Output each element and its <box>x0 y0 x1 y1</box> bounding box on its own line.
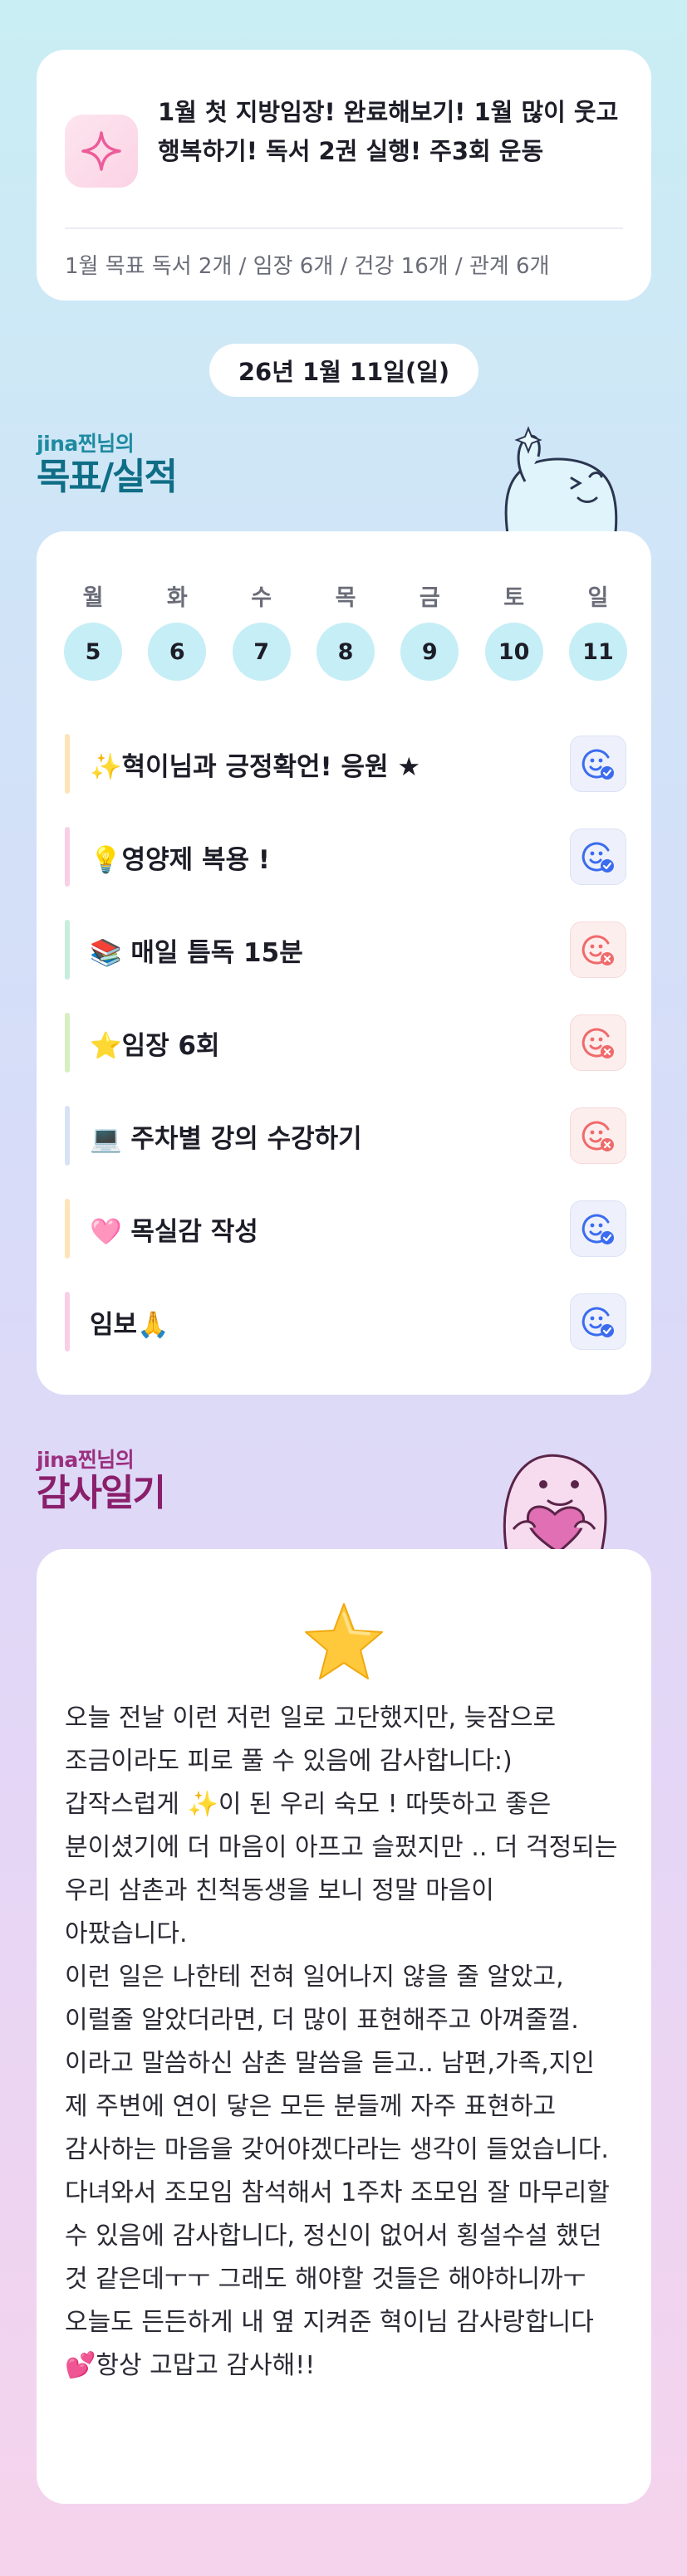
goal-color-bar <box>65 920 70 980</box>
smile-check-icon[interactable] <box>570 736 626 792</box>
goal-color-bar <box>65 1199 70 1259</box>
divider <box>65 227 623 229</box>
goal-label: 💡영양제 복용 ! <box>90 844 270 875</box>
goal-row[interactable]: 🩷 목실감 작성 <box>65 1182 626 1275</box>
day-number[interactable]: 9 <box>400 623 459 681</box>
smile-x-icon[interactable] <box>570 1014 626 1071</box>
monthly-goal-card: 1월 첫 지방임장! 완료해보기! 1월 많이 웃고 행복하기! 독서 2권 실… <box>37 50 651 301</box>
thanks-section-title: 감사일기 <box>37 1472 166 1514</box>
goal-color-bar <box>65 1292 70 1352</box>
smile-x-icon[interactable] <box>570 921 626 978</box>
monthly-goal-summary: 1월 목표 독서 2개 / 임장 6개 / 건강 16개 / 관계 6개 <box>65 254 550 279</box>
goals-section-title: 목표/실적 <box>37 456 178 498</box>
sparkle-icon <box>65 115 138 188</box>
goal-color-bar <box>65 1013 70 1073</box>
thanks-section-header: jina찐님의 감사일기 <box>37 1448 166 1514</box>
goal-list: ✨혁이님과 긍정확언! 응원 ★ 💡영양제 복용 ! 📚 매일 틈독 15분 ⭐임장 … <box>65 717 626 1368</box>
thanks-diary-card: 오늘 전날 이런 저런 일로 고단했지만, 늦잠으로 조금이라도 피로 풀 수 … <box>37 1549 651 2504</box>
day-number[interactable]: 6 <box>148 623 207 681</box>
star-icon <box>301 1599 387 1685</box>
date-label[interactable]: 26년 1월 11일(일) <box>209 344 478 397</box>
smile-check-icon[interactable] <box>570 1200 626 1257</box>
goal-label: 임보🙏 <box>90 1309 169 1340</box>
day-number[interactable]: 10 <box>484 623 543 681</box>
goal-color-bar <box>65 734 70 794</box>
day-number[interactable]: 5 <box>64 623 122 681</box>
goal-row[interactable]: ✨혁이님과 긍정확언! 응원 ★ <box>65 717 626 810</box>
goal-color-bar <box>65 1106 70 1166</box>
week-day-7[interactable]: 수7 <box>232 579 292 681</box>
goal-label: 🩷 목실감 작성 <box>90 1216 258 1247</box>
day-name: 월 <box>82 585 104 611</box>
goal-row[interactable]: 💻 주차별 강의 수강하기 <box>65 1089 626 1182</box>
goal-row[interactable]: ⭐임장 6회 <box>65 996 626 1089</box>
day-name: 화 <box>166 585 188 611</box>
smile-check-icon[interactable] <box>570 1293 626 1350</box>
smile-check-icon[interactable] <box>570 829 626 885</box>
day-name: 수 <box>251 585 272 611</box>
goal-row[interactable]: 📚 매일 틈독 15분 <box>65 903 626 996</box>
thanks-section-subtitle: jina찐님의 <box>37 1448 135 1472</box>
goal-label: ⭐임장 6회 <box>90 1030 220 1061</box>
day-name: 토 <box>503 585 525 611</box>
week-day-11[interactable]: 일 11 <box>568 579 628 681</box>
day-name: 일 <box>587 585 609 611</box>
monthly-goal-text: 1월 첫 지방임장! 완료해보기! 1월 많이 웃고 행복하기! 독서 2권 실… <box>158 98 619 165</box>
goal-label: 📚 매일 틈독 15분 <box>90 937 303 968</box>
goal-row[interactable]: 💡영양제 복용 ! <box>65 810 626 903</box>
week-day-5[interactable]: 월5 <box>63 579 123 681</box>
goals-section-subtitle: jina찐님의 <box>37 432 135 456</box>
goal-row[interactable]: 임보🙏 <box>65 1275 626 1368</box>
mascot-heart-illustration <box>488 1436 621 1556</box>
goal-label: ✨혁이님과 긍정확언! 응원 ★ <box>90 751 421 782</box>
thanks-diary-text: 오늘 전날 이런 저런 일로 고단했지만, 늦잠으로 조금이라도 피로 풀 수 … <box>65 1703 618 2380</box>
week-day-6[interactable]: 화6 <box>147 579 207 681</box>
day-number[interactable]: 7 <box>232 623 291 681</box>
day-name: 금 <box>419 585 440 611</box>
smile-x-icon[interactable] <box>570 1107 626 1164</box>
week-calendar: 월 5 화 6 수 7 목 8 금 9 토 10 일 11 <box>63 579 628 681</box>
goal-color-bar <box>65 827 70 887</box>
day-name: 목 <box>335 585 356 611</box>
week-day-9[interactable]: 금9 <box>400 579 459 681</box>
day-number[interactable]: 11 <box>568 623 627 681</box>
goals-card: 월 5 화 6 수 7 목 8 금 9 토 10 일 11 ✨혁이님과 긍정확언! 응원 ★ 💡영양제 복용… <box>37 531 651 1395</box>
day-number[interactable]: 8 <box>316 623 375 681</box>
goal-label: 💻 주차별 강의 수강하기 <box>90 1123 362 1154</box>
week-day-10[interactable]: 토 10 <box>484 579 544 681</box>
mascot-illustration <box>492 423 625 543</box>
goals-section-header: jina찐님의 목표/실적 <box>37 432 178 498</box>
week-day-8[interactable]: 목8 <box>316 579 375 681</box>
